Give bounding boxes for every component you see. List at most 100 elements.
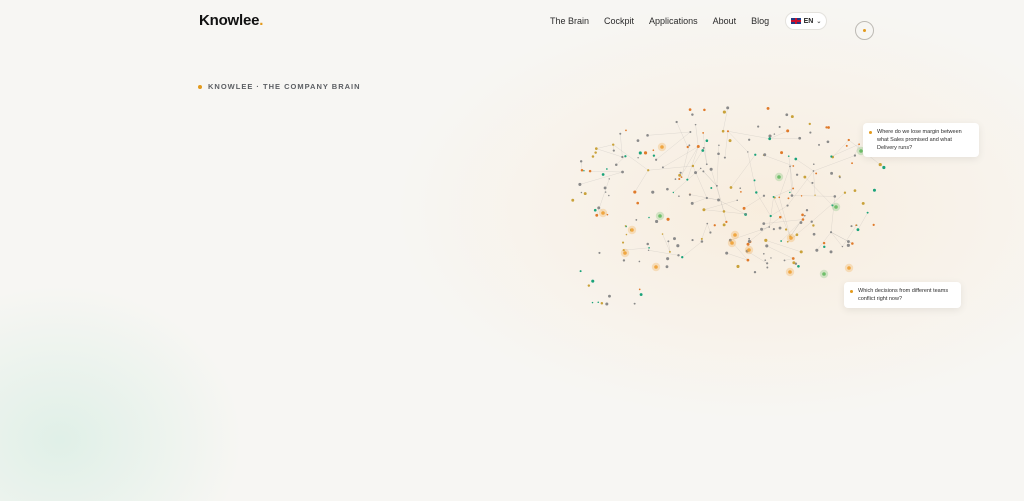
graph-node [769,214,772,218]
graph-node [792,261,796,265]
graph-node [830,155,833,158]
graph-node [689,131,692,134]
graph-node [702,146,705,149]
graph-node [688,144,691,147]
graph-node [829,231,833,234]
graph-hub [730,241,734,245]
graph-node [754,153,757,156]
graph-node [803,175,807,179]
graph-node [677,254,680,257]
nav-applications[interactable]: Applications [649,15,698,27]
graph-node [646,134,649,137]
graph-node [648,216,650,219]
bubble-bullet [850,290,853,293]
graph-hub [822,272,826,276]
graph-node [725,220,728,224]
graph-node [636,201,640,205]
graph-node [787,155,790,157]
graph-node [812,232,816,236]
graph-node [680,176,683,178]
graph-node [681,256,684,259]
graph-node [872,188,876,192]
graph-node [851,162,853,165]
graph-node [764,259,767,261]
graph-node [768,226,771,228]
logo[interactable]: Knowlee. [199,12,263,29]
graph-node [594,147,598,150]
question-bubble-margin: Where do we lose margin between what Sal… [863,123,979,157]
graph-node [691,164,695,168]
graph-node [595,213,599,217]
graph-node [846,243,850,247]
graph-node [780,151,784,155]
graph-node [742,206,746,210]
graph-node [593,208,597,212]
language-selector[interactable]: EN ⌄ [785,12,827,30]
graph-node [768,134,772,138]
graph-node [795,173,799,176]
graph-node [633,190,637,194]
graph-node [841,245,844,248]
nav-the-brain[interactable]: The Brain [550,15,589,27]
graph-node [722,210,726,213]
graph-node [601,173,605,176]
graph-node [647,249,650,252]
nav-cockpit[interactable]: Cockpit [604,15,634,27]
graph-node [778,125,781,128]
graph-node [829,250,833,254]
graph-node [705,163,708,166]
graph-node [622,241,625,244]
graph-hub [658,214,662,218]
graph-node [686,145,689,149]
graph-hub [733,233,737,237]
graph-node [591,279,595,283]
graph-node [785,113,789,117]
eyebrow-bullet [198,84,202,89]
question-bubble-conflicts: Which decisions from different teams con… [844,282,961,308]
graph-node [718,144,720,147]
graph-node [851,242,854,245]
graph-node [795,233,799,237]
graph-node [710,187,713,189]
graph-node [822,241,826,245]
hero-eyebrow: KNOWLEE · THE COMPANY BRAIN [198,82,361,91]
graph-node [763,153,767,157]
graph-node [784,228,788,231]
graph-node [571,198,575,202]
graph-node [600,301,604,305]
graph-node [855,224,857,227]
graph-node [846,240,850,243]
graph-node [701,149,705,152]
graph-node [665,265,669,269]
dot-toggle-button[interactable] [855,21,874,40]
chevron-down-icon: ⌄ [816,18,822,25]
graph-node [766,106,770,110]
graph-node [765,244,769,248]
graph-node [580,168,584,172]
graph-node [583,192,587,196]
graph-node [811,181,814,184]
graph-node [666,257,670,261]
graph-hub [789,236,793,240]
nav-about[interactable]: About [713,15,737,27]
graph-node [608,294,611,298]
graph-node [694,171,698,175]
graph-node [678,173,682,177]
graph-node [858,143,860,146]
graph-node [853,154,857,157]
graph-node [783,259,786,262]
graph-node [580,191,583,194]
graph-node [700,240,704,243]
graph-node [688,193,692,196]
graph-hub [847,266,851,270]
graph-hub [623,251,627,255]
nav-blog[interactable]: Blog [751,15,769,27]
graph-node [790,115,794,119]
graph-node [636,139,640,142]
graph-node [678,177,681,181]
graph-node [747,151,749,153]
graph-node [745,213,747,215]
graph-node [780,240,783,242]
graph-node [652,154,656,157]
graph-node [717,152,720,156]
